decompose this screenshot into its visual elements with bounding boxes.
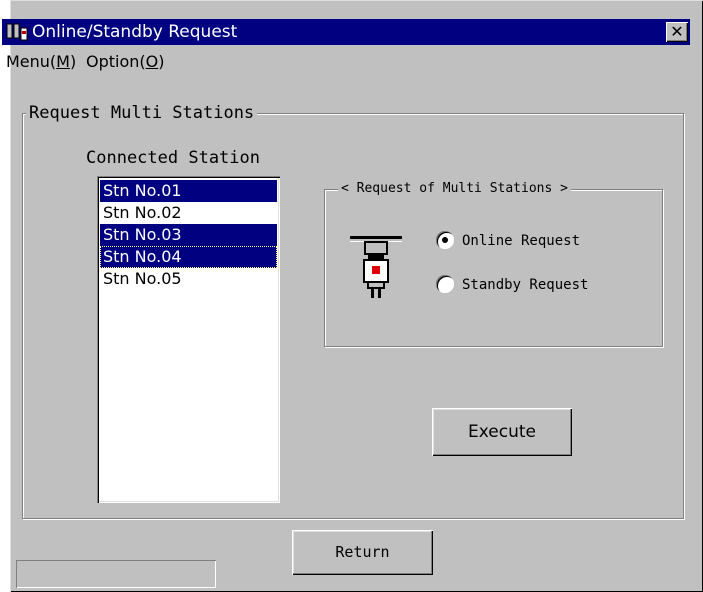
- standby-request-label: Standby Request: [462, 277, 589, 293]
- close-button[interactable]: ✕: [666, 22, 688, 42]
- group-title: Request Multi Stations: [26, 103, 258, 123]
- return-button[interactable]: Return: [292, 530, 433, 575]
- list-item[interactable]: Stn No.04: [100, 246, 277, 268]
- close-icon: ✕: [670, 22, 684, 41]
- list-item[interactable]: Stn No.05: [100, 268, 277, 290]
- list-item[interactable]: Stn No.03: [100, 224, 277, 246]
- station-listbox[interactable]: Stn No.01 Stn No.02 Stn No.03 Stn No.04 …: [97, 176, 280, 503]
- request-group-title: < Request of Multi Stations >: [338, 180, 571, 198]
- online-request-radio[interactable]: [436, 231, 454, 249]
- standby-request-radio[interactable]: [436, 275, 454, 293]
- station-device-icon: [350, 236, 402, 298]
- status-field: [16, 560, 216, 588]
- app-icon: [6, 23, 28, 41]
- list-item[interactable]: Stn No.02: [100, 202, 277, 224]
- connected-station-label: Connected Station: [86, 148, 260, 168]
- menu-item-option[interactable]: Option(O): [86, 48, 164, 76]
- menu-bar: Menu(M) Option(O): [2, 48, 690, 76]
- menu-item-menu[interactable]: Menu(M): [6, 48, 76, 76]
- online-request-label: Online Request: [462, 233, 581, 249]
- execute-button[interactable]: Execute: [432, 408, 572, 456]
- title-bar[interactable]: Online/Standby Request ✕: [2, 19, 690, 45]
- radio-dot: [442, 237, 448, 243]
- list-item[interactable]: Stn No.01: [100, 180, 277, 202]
- window-title: Online/Standby Request: [32, 22, 238, 42]
